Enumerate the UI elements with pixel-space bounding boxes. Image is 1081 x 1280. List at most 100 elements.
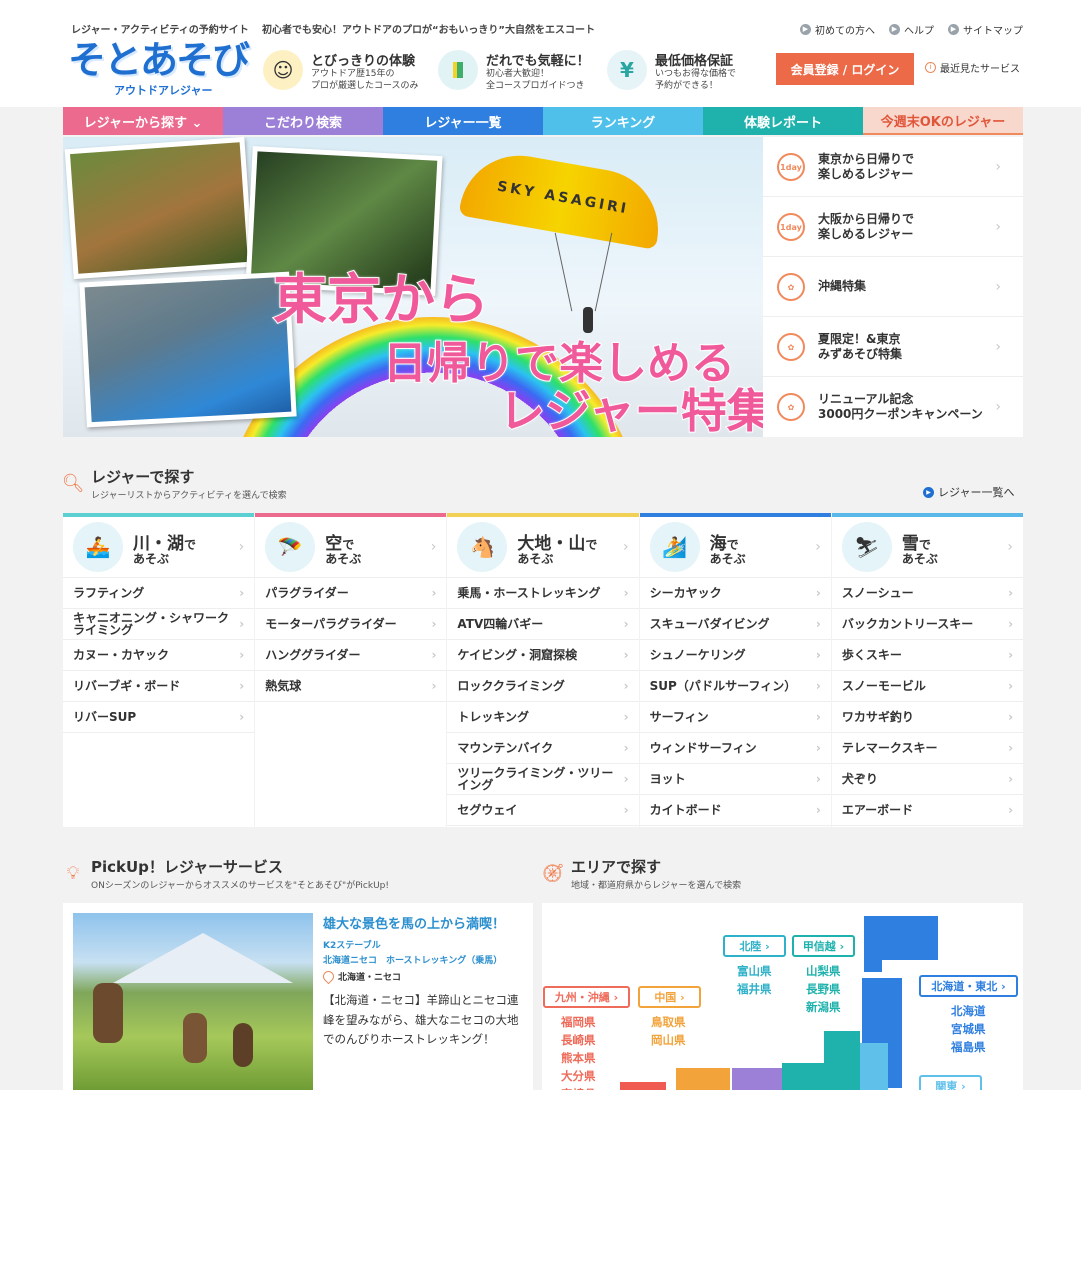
map-kinki[interactable] <box>732 1068 782 1090</box>
category-item[interactable]: SUP（パドルサーフィン） › <box>639 671 831 702</box>
category-header[interactable]: 🐴 大地・山で あそぶ › <box>447 517 639 578</box>
category-item[interactable]: パラグライダー › <box>255 578 447 609</box>
category-item[interactable]: トレッキング › <box>447 702 639 733</box>
arrow-circle-icon: ▶ <box>948 24 959 35</box>
category-item[interactable]: 熱気球 › <box>255 671 447 702</box>
link-first-time[interactable]: ▶ 初めての方へ <box>800 22 875 37</box>
category-header[interactable]: 🪂 空で あそぶ › <box>255 517 447 578</box>
chevron-right-icon: › <box>815 648 821 662</box>
region-kyushu-prefs[interactable]: 福岡県 長崎県 熊本県 大分県 宮崎県 <box>561 1013 596 1090</box>
logo-text: そとあそび <box>68 38 250 82</box>
login-button[interactable]: 会員登録 / ログイン <box>776 53 914 85</box>
category-item[interactable]: ワカサギ釣り › <box>831 702 1024 733</box>
category-item[interactable]: 犬ぞり › <box>831 764 1024 795</box>
section-subtitle-area: 地域・都道府県からレジャーを選んで検索 <box>571 881 742 891</box>
feature-link-summer[interactable]: ✿ 夏限定！&東京 みずあそび特集 › <box>763 317 1023 377</box>
feature-title: だれでも気軽に！ <box>486 54 590 69</box>
nav-reports[interactable]: 体験レポート <box>703 107 863 135</box>
chevron-right-icon: › <box>239 710 245 724</box>
region-chugoku-button[interactable]: 中国 › <box>638 986 701 1008</box>
map-koshinetsu[interactable] <box>824 1031 860 1090</box>
feature-links: 1day 東京から日帰りで 楽しめるレジャー › 1day 大阪から日帰りで 楽しめる… <box>763 137 1023 437</box>
feature-link-tokyo-day[interactable]: 1day 東京から日帰りで 楽しめるレジャー › <box>763 137 1023 197</box>
chevron-right-icon: › <box>623 772 629 786</box>
category-item[interactable]: ウィンドサーフィン › <box>639 733 831 764</box>
region-kanto-button[interactable]: 関東 › <box>919 1075 982 1090</box>
yen-icon: ¥ <box>607 50 647 90</box>
feature-link-osaka-day[interactable]: 1day 大阪から日帰りで 楽しめるレジャー › <box>763 197 1023 257</box>
category-item[interactable]: 乗馬・ホーストレッキング › <box>447 578 639 609</box>
horse-rider-graphic <box>183 1013 207 1063</box>
category-item[interactable]: エアーボード › <box>831 795 1024 826</box>
category-header[interactable]: 🚣 川・湖で あそぶ › <box>63 517 255 578</box>
category-item[interactable]: スノーシュー › <box>831 578 1024 609</box>
chevron-right-icon: › <box>1008 710 1014 724</box>
nav-detail-search[interactable]: こだわり検索 <box>223 107 383 135</box>
link-sitemap[interactable]: ▶ サイトマップ <box>948 22 1023 37</box>
category-item[interactable]: マウンテンバイク › <box>447 733 639 764</box>
global-nav: レジャーから探す ⌄ こだわり検索 レジャー一覧 ランキング 体験レポート 今週… <box>63 107 1023 135</box>
category-item[interactable]: スノーモービル › <box>831 671 1024 702</box>
hero-banner[interactable]: SKY ASAGIRI 東京から 日帰りで楽しめる レジャー特集! <box>63 137 763 437</box>
region-tohoku-prefs[interactable]: 北海道 宮城県 福島県 <box>951 1002 986 1056</box>
region-hokuriku-button[interactable]: 北陸 › <box>723 935 786 957</box>
category-item[interactable]: キャニオニング・シャワークライミング › <box>63 609 255 640</box>
region-hokuriku-prefs[interactable]: 富山県 福井県 <box>737 962 772 998</box>
category-item[interactable]: ATV四輪バギー › <box>447 609 639 640</box>
map-hokkaido[interactable] <box>864 916 938 960</box>
map-hokkaido[interactable] <box>864 960 882 972</box>
category-item[interactable]: ヨット › <box>639 764 831 795</box>
category-item[interactable]: モーターパラグライダー › <box>255 609 447 640</box>
category-item[interactable]: テレマークスキー › <box>831 733 1024 764</box>
category-header[interactable]: ⛷ 雪で あそぶ › <box>831 517 1024 578</box>
recent-services-link[interactable]: i 最近見たサービス <box>925 60 1020 75</box>
region-chugoku-prefs[interactable]: 鳥取県 岡山県 <box>651 1013 686 1049</box>
pickup-category[interactable]: 北海道ニセコ ホーストレッキング（乗馬） <box>323 953 502 966</box>
pickup-card[interactable]: 雄大な景色を馬の上から満喫！ K2ステーブル 北海道ニセコ ホーストレッキング（… <box>63 903 533 1090</box>
beginner-mark-icon <box>438 50 478 90</box>
arrow-circle-icon: ▶ <box>800 24 811 35</box>
feature-link-coupon[interactable]: ✿ リニューアル記念 3000円クーポンキャンペーン › <box>763 377 1023 437</box>
category-item[interactable]: シーカヤック › <box>639 578 831 609</box>
pickup-title[interactable]: 雄大な景色を馬の上から満喫！ <box>323 913 505 932</box>
region-kyushu-button[interactable]: 九州・沖縄 › <box>543 986 630 1008</box>
leisure-list-link[interactable]: ▶ レジャー一覧へ <box>923 484 1014 500</box>
link-help[interactable]: ▶ ヘルプ <box>889 22 934 37</box>
smile-icon: ☺ <box>263 50 303 90</box>
award-icon: ✿ <box>777 333 805 361</box>
category-item[interactable]: リバーブギ・ボード › <box>63 671 255 702</box>
map-hokuriku-chubu[interactable] <box>782 1063 828 1090</box>
surfing-icon: 🏄 <box>649 522 700 572</box>
category-item[interactable]: セグウェイ › <box>447 795 639 826</box>
nav-leisure-list[interactable]: レジャー一覧 <box>383 107 543 135</box>
chevron-right-icon: › <box>815 679 821 693</box>
hero-headline-3: レジャー特集! <box>498 383 763 437</box>
category-sub: あそぶ <box>325 552 362 566</box>
category-item[interactable]: ラフティング › <box>63 578 255 609</box>
category-item[interactable]: バックカントリースキー › <box>831 609 1024 640</box>
region-tohoku-button[interactable]: 北海道・東北 › <box>919 975 1018 997</box>
category-item[interactable]: 歩くスキー › <box>831 640 1024 671</box>
region-koshinetsu-prefs[interactable]: 山梨県 長野県 新潟県 <box>806 962 841 1016</box>
feature-link-okinawa[interactable]: ✿ 沖縄特集 › <box>763 257 1023 317</box>
category-item[interactable]: ロッククライミング › <box>447 671 639 702</box>
category-sub: あそぶ <box>709 552 746 566</box>
map-kyushu[interactable] <box>620 1082 666 1090</box>
category-item[interactable]: カヌー・カヤック › <box>63 640 255 671</box>
nav-weekend[interactable]: 今週末OKのレジャー <box>863 107 1023 135</box>
region-koshinetsu-button[interactable]: 甲信越 › <box>792 935 855 957</box>
category-item[interactable]: リバーSUP › <box>63 702 255 733</box>
nav-ranking[interactable]: ランキング <box>543 107 703 135</box>
category-item[interactable]: カイトボード › <box>639 795 831 826</box>
map-chugoku-shikoku[interactable] <box>676 1068 730 1090</box>
site-logo[interactable]: そとあそび アウトドアレジャー <box>68 38 250 100</box>
nav-search-by-leisure[interactable]: レジャーから探す ⌄ <box>63 107 223 135</box>
pickup-provider[interactable]: K2ステーブル <box>323 938 381 951</box>
category-item[interactable]: ケイビング・洞窟探検 › <box>447 640 639 671</box>
category-item[interactable]: シュノーケリング › <box>639 640 831 671</box>
category-item[interactable]: ツリークライミング・ツリーイング › <box>447 764 639 795</box>
category-item[interactable]: サーフィン › <box>639 702 831 733</box>
category-header[interactable]: 🏄 海で あそぶ › <box>639 517 831 578</box>
category-item[interactable]: ハンググライダー › <box>255 640 447 671</box>
category-item[interactable]: スキューバダイビング › <box>639 609 831 640</box>
